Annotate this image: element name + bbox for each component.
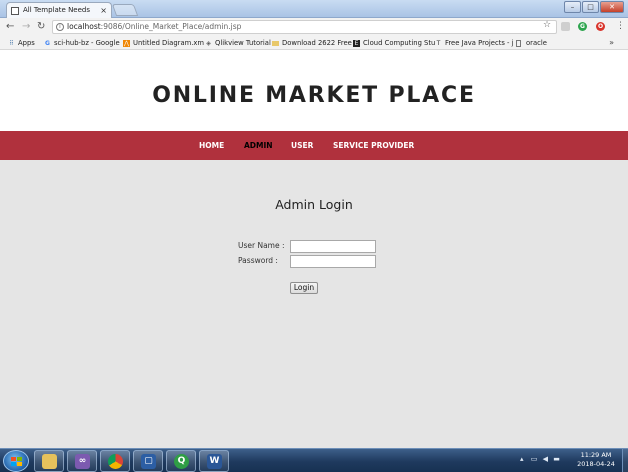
- clock-date: 2018-04-24: [577, 460, 615, 468]
- forward-icon[interactable]: →: [22, 20, 30, 34]
- taskbar-word[interactable]: W: [199, 450, 229, 472]
- browser-tab[interactable]: All Template Needs ×: [6, 2, 112, 18]
- nav-home[interactable]: HOME: [199, 131, 224, 160]
- taskbar-explorer[interactable]: [34, 450, 64, 472]
- battery-icon[interactable]: ▬: [553, 455, 560, 463]
- password-label: Password :: [238, 256, 278, 265]
- qlikview-icon: Q: [174, 454, 189, 469]
- bookmark-item[interactable]: E Cloud Computing Stu: [353, 37, 435, 49]
- volume-icon[interactable]: ◀: [543, 455, 548, 463]
- word-icon: W: [207, 454, 222, 469]
- bookmark-label: Qlikview Tutorial: [215, 39, 271, 47]
- chrome-icon: [108, 454, 123, 469]
- bookmark-label: sci-hub-bz - Google: [54, 39, 120, 47]
- visual-studio-icon: ∞: [75, 454, 90, 469]
- bookmark-star-icon[interactable]: ☆: [543, 20, 551, 30]
- apps-icon: ⠿: [9, 40, 14, 47]
- tray-expand-icon[interactable]: ▴: [520, 455, 524, 463]
- bookmark-label: Apps: [18, 39, 35, 47]
- bookmark-item[interactable]: Download 2622 Free: [272, 37, 352, 49]
- explorer-icon: [42, 454, 57, 469]
- cloud-icon: E: [353, 40, 360, 47]
- url-host: localhost: [67, 22, 101, 31]
- password-field[interactable]: [290, 255, 376, 268]
- nav-user[interactable]: USER: [291, 131, 313, 160]
- bookmark-item[interactable]: G sci-hub-bz - Google: [44, 37, 120, 49]
- username-label: User Name :: [238, 241, 285, 250]
- bookmark-item[interactable]: ⋀ Untitled Diagram.xm: [123, 37, 204, 49]
- window-title-blur: [200, 4, 360, 12]
- browser-window: All Template Needs × – □ ✕ ← → ↻ i local…: [0, 0, 628, 472]
- site-header: ONLINE MARKET PLACE: [0, 51, 628, 131]
- tab-title: All Template Needs: [23, 6, 91, 14]
- bookmark-item[interactable]: oracle: [516, 37, 547, 49]
- show-desktop-button[interactable]: [622, 449, 628, 472]
- browser-toolbar: ← → ↻ i localhost:9086/Online_Market_Pla…: [0, 18, 628, 36]
- qlik-icon: ◈: [206, 40, 211, 47]
- more-bookmarks-icon[interactable]: »: [609, 37, 614, 49]
- drawio-icon: ⋀: [123, 40, 130, 47]
- bookmark-item[interactable]: ◈ Qlikview Tutorial: [205, 37, 271, 49]
- nav-service-provider[interactable]: SERVICE PROVIDER: [333, 131, 414, 160]
- text-icon: T: [436, 40, 441, 47]
- tab-close-icon[interactable]: ×: [100, 3, 107, 18]
- bookmark-label: Download 2622 Free: [282, 39, 352, 47]
- reload-icon[interactable]: ↻: [37, 20, 45, 34]
- site-title: ONLINE MARKET PLACE: [152, 83, 476, 108]
- bookmarks-bar: ⠿ Apps G sci-hub-bz - Google ⋀ Untitled …: [0, 36, 628, 50]
- system-clock[interactable]: 11:29 AM 2018-04-24: [572, 451, 620, 469]
- maximize-button[interactable]: □: [582, 1, 599, 13]
- network-icon[interactable]: ▭: [531, 455, 538, 463]
- page-icon: [516, 40, 521, 47]
- minimize-button[interactable]: –: [564, 1, 581, 13]
- taskbar-qlikview[interactable]: Q: [166, 450, 196, 472]
- taskbar-visual-studio[interactable]: ∞: [67, 450, 97, 472]
- opera-icon[interactable]: O: [596, 22, 605, 31]
- start-button[interactable]: [3, 450, 29, 472]
- close-window-button[interactable]: ✕: [600, 1, 624, 13]
- virtualbox-icon: ▢: [141, 454, 156, 469]
- nav-admin[interactable]: ADMIN: [244, 131, 273, 160]
- bookmark-item[interactable]: ⠿ Apps: [8, 37, 35, 49]
- bookmark-label: Free Java Projects - j: [445, 39, 514, 47]
- menu-icon[interactable]: ⋮: [616, 21, 625, 31]
- bookmark-label: Untitled Diagram.xm: [133, 39, 205, 47]
- url-path: :9086/Online_Market_Place/admin.jsp: [100, 22, 242, 31]
- bookmark-label: oracle: [526, 39, 547, 47]
- folder-icon: [272, 41, 279, 46]
- page-favicon-icon: [11, 7, 19, 15]
- bookmark-label: Cloud Computing Stu: [363, 39, 436, 47]
- login-heading: Admin Login: [275, 197, 353, 212]
- windows-logo-icon: [11, 457, 22, 467]
- extension-icon[interactable]: [561, 22, 570, 31]
- site-info-icon[interactable]: i: [56, 23, 64, 31]
- window-controls: – □ ✕: [564, 1, 624, 13]
- taskbar: ∞ ▢ Q W ▴ ▭ ◀ ▬ 11:29 AM 2018-04-24: [0, 448, 628, 472]
- login-button[interactable]: Login: [290, 282, 318, 294]
- username-field[interactable]: [290, 240, 376, 253]
- bookmark-item[interactable]: T Free Java Projects - j: [435, 37, 514, 49]
- taskbar-chrome[interactable]: [100, 450, 130, 472]
- page-content: ONLINE MARKET PLACE HOME ADMIN USER SERV…: [0, 51, 628, 448]
- google-icon: G: [45, 40, 50, 47]
- taskbar-virtualbox[interactable]: ▢: [133, 450, 163, 472]
- clock-time: 11:29 AM: [580, 451, 612, 459]
- main-nav: HOME ADMIN USER SERVICE PROVIDER: [0, 131, 628, 160]
- grammarly-icon[interactable]: G: [578, 22, 587, 31]
- system-tray: ▴ ▭ ◀ ▬: [520, 455, 560, 463]
- new-tab-button[interactable]: [111, 4, 139, 16]
- title-bar: All Template Needs × – □ ✕: [0, 0, 628, 18]
- back-icon[interactable]: ←: [6, 20, 14, 34]
- address-bar[interactable]: i localhost:9086/Online_Market_Place/adm…: [52, 20, 557, 34]
